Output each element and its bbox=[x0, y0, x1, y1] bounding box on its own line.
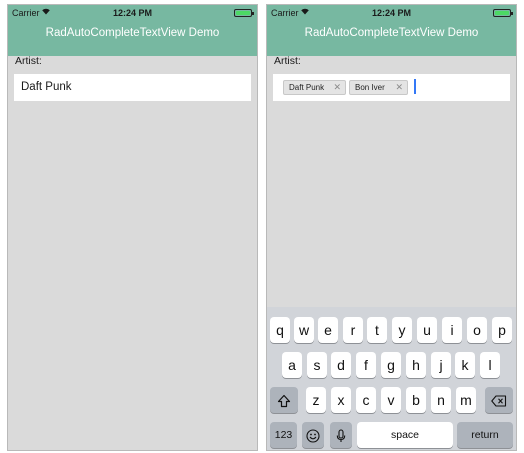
microphone-icon bbox=[336, 429, 346, 443]
battery-icon bbox=[234, 9, 254, 17]
key-h[interactable]: h bbox=[406, 352, 426, 378]
token-label: Daft Punk bbox=[289, 83, 325, 92]
key-o[interactable]: o bbox=[467, 317, 487, 343]
key-g[interactable]: g bbox=[381, 352, 401, 378]
navigation-bar: Carrier 12:24 PM RadAutoCompleteTextView… bbox=[267, 5, 516, 56]
artist-field-value: Daft Punk bbox=[21, 81, 72, 93]
space-key[interactable]: space bbox=[357, 422, 453, 448]
key-i[interactable]: i bbox=[442, 317, 462, 343]
key-r[interactable]: r bbox=[343, 317, 363, 343]
key-t[interactable]: t bbox=[367, 317, 387, 343]
artist-label: Artist: bbox=[15, 55, 42, 67]
screen-after: Carrier 12:24 PM RadAutoCompleteTextView… bbox=[266, 4, 517, 451]
token-bon-iver[interactable]: Bon Iver ✕ bbox=[349, 80, 408, 95]
key-d[interactable]: d bbox=[331, 352, 351, 378]
backspace-key[interactable] bbox=[485, 387, 513, 413]
artist-autocomplete-field[interactable]: Daft Punk bbox=[14, 74, 251, 101]
token-remove-icon[interactable]: ✕ bbox=[333, 81, 341, 94]
page-title: RadAutoCompleteTextView Demo bbox=[304, 27, 479, 39]
page-title: RadAutoCompleteTextView Demo bbox=[45, 27, 220, 39]
key-z[interactable]: z bbox=[306, 387, 326, 413]
key-k[interactable]: k bbox=[455, 352, 475, 378]
token-daft-punk[interactable]: Daft Punk ✕ bbox=[283, 80, 346, 95]
key-y[interactable]: y bbox=[392, 317, 412, 343]
token-label: Bon Iver bbox=[355, 83, 385, 92]
shift-icon bbox=[277, 395, 291, 408]
battery-icon bbox=[493, 9, 513, 17]
key-e[interactable]: e bbox=[318, 317, 338, 343]
key-j[interactable]: j bbox=[431, 352, 451, 378]
key-n[interactable]: n bbox=[431, 387, 451, 413]
key-f[interactable]: f bbox=[356, 352, 376, 378]
key-a[interactable]: a bbox=[282, 352, 302, 378]
return-key[interactable]: return bbox=[457, 422, 513, 448]
token-remove-icon[interactable]: ✕ bbox=[395, 81, 403, 94]
emoji-icon bbox=[306, 429, 320, 443]
status-bar: Carrier 12:24 PM bbox=[8, 5, 257, 22]
dictation-key[interactable] bbox=[330, 422, 352, 448]
key-m[interactable]: m bbox=[456, 387, 476, 413]
screen-before: Carrier 12:24 PM RadAutoCompleteTextView… bbox=[7, 4, 258, 451]
status-bar: Carrier 12:24 PM bbox=[267, 5, 516, 22]
key-b[interactable]: b bbox=[406, 387, 426, 413]
navigation-bar: Carrier 12:24 PM RadAutoCompleteTextView… bbox=[8, 5, 257, 56]
key-q[interactable]: q bbox=[270, 317, 290, 343]
status-time: 12:24 PM bbox=[112, 8, 153, 18]
emoji-key[interactable] bbox=[302, 422, 324, 448]
key-x[interactable]: x bbox=[331, 387, 351, 413]
artist-token-field[interactable]: Daft Punk ✕ Bon Iver ✕ bbox=[273, 74, 510, 101]
numbers-key[interactable]: 123 bbox=[270, 422, 297, 448]
status-time: 12:24 PM bbox=[371, 8, 412, 18]
key-u[interactable]: u bbox=[417, 317, 437, 343]
text-caret bbox=[414, 79, 416, 94]
artist-label: Artist: bbox=[274, 55, 301, 67]
shift-key[interactable] bbox=[270, 387, 298, 413]
key-l[interactable]: l bbox=[480, 352, 500, 378]
key-p[interactable]: p bbox=[492, 317, 512, 343]
backspace-icon bbox=[491, 395, 507, 407]
key-w[interactable]: w bbox=[294, 317, 314, 343]
key-s[interactable]: s bbox=[307, 352, 327, 378]
keyboard: q w e r t y u i o p a s d f g h j k l z … bbox=[267, 307, 516, 450]
key-c[interactable]: c bbox=[356, 387, 376, 413]
key-v[interactable]: v bbox=[381, 387, 401, 413]
